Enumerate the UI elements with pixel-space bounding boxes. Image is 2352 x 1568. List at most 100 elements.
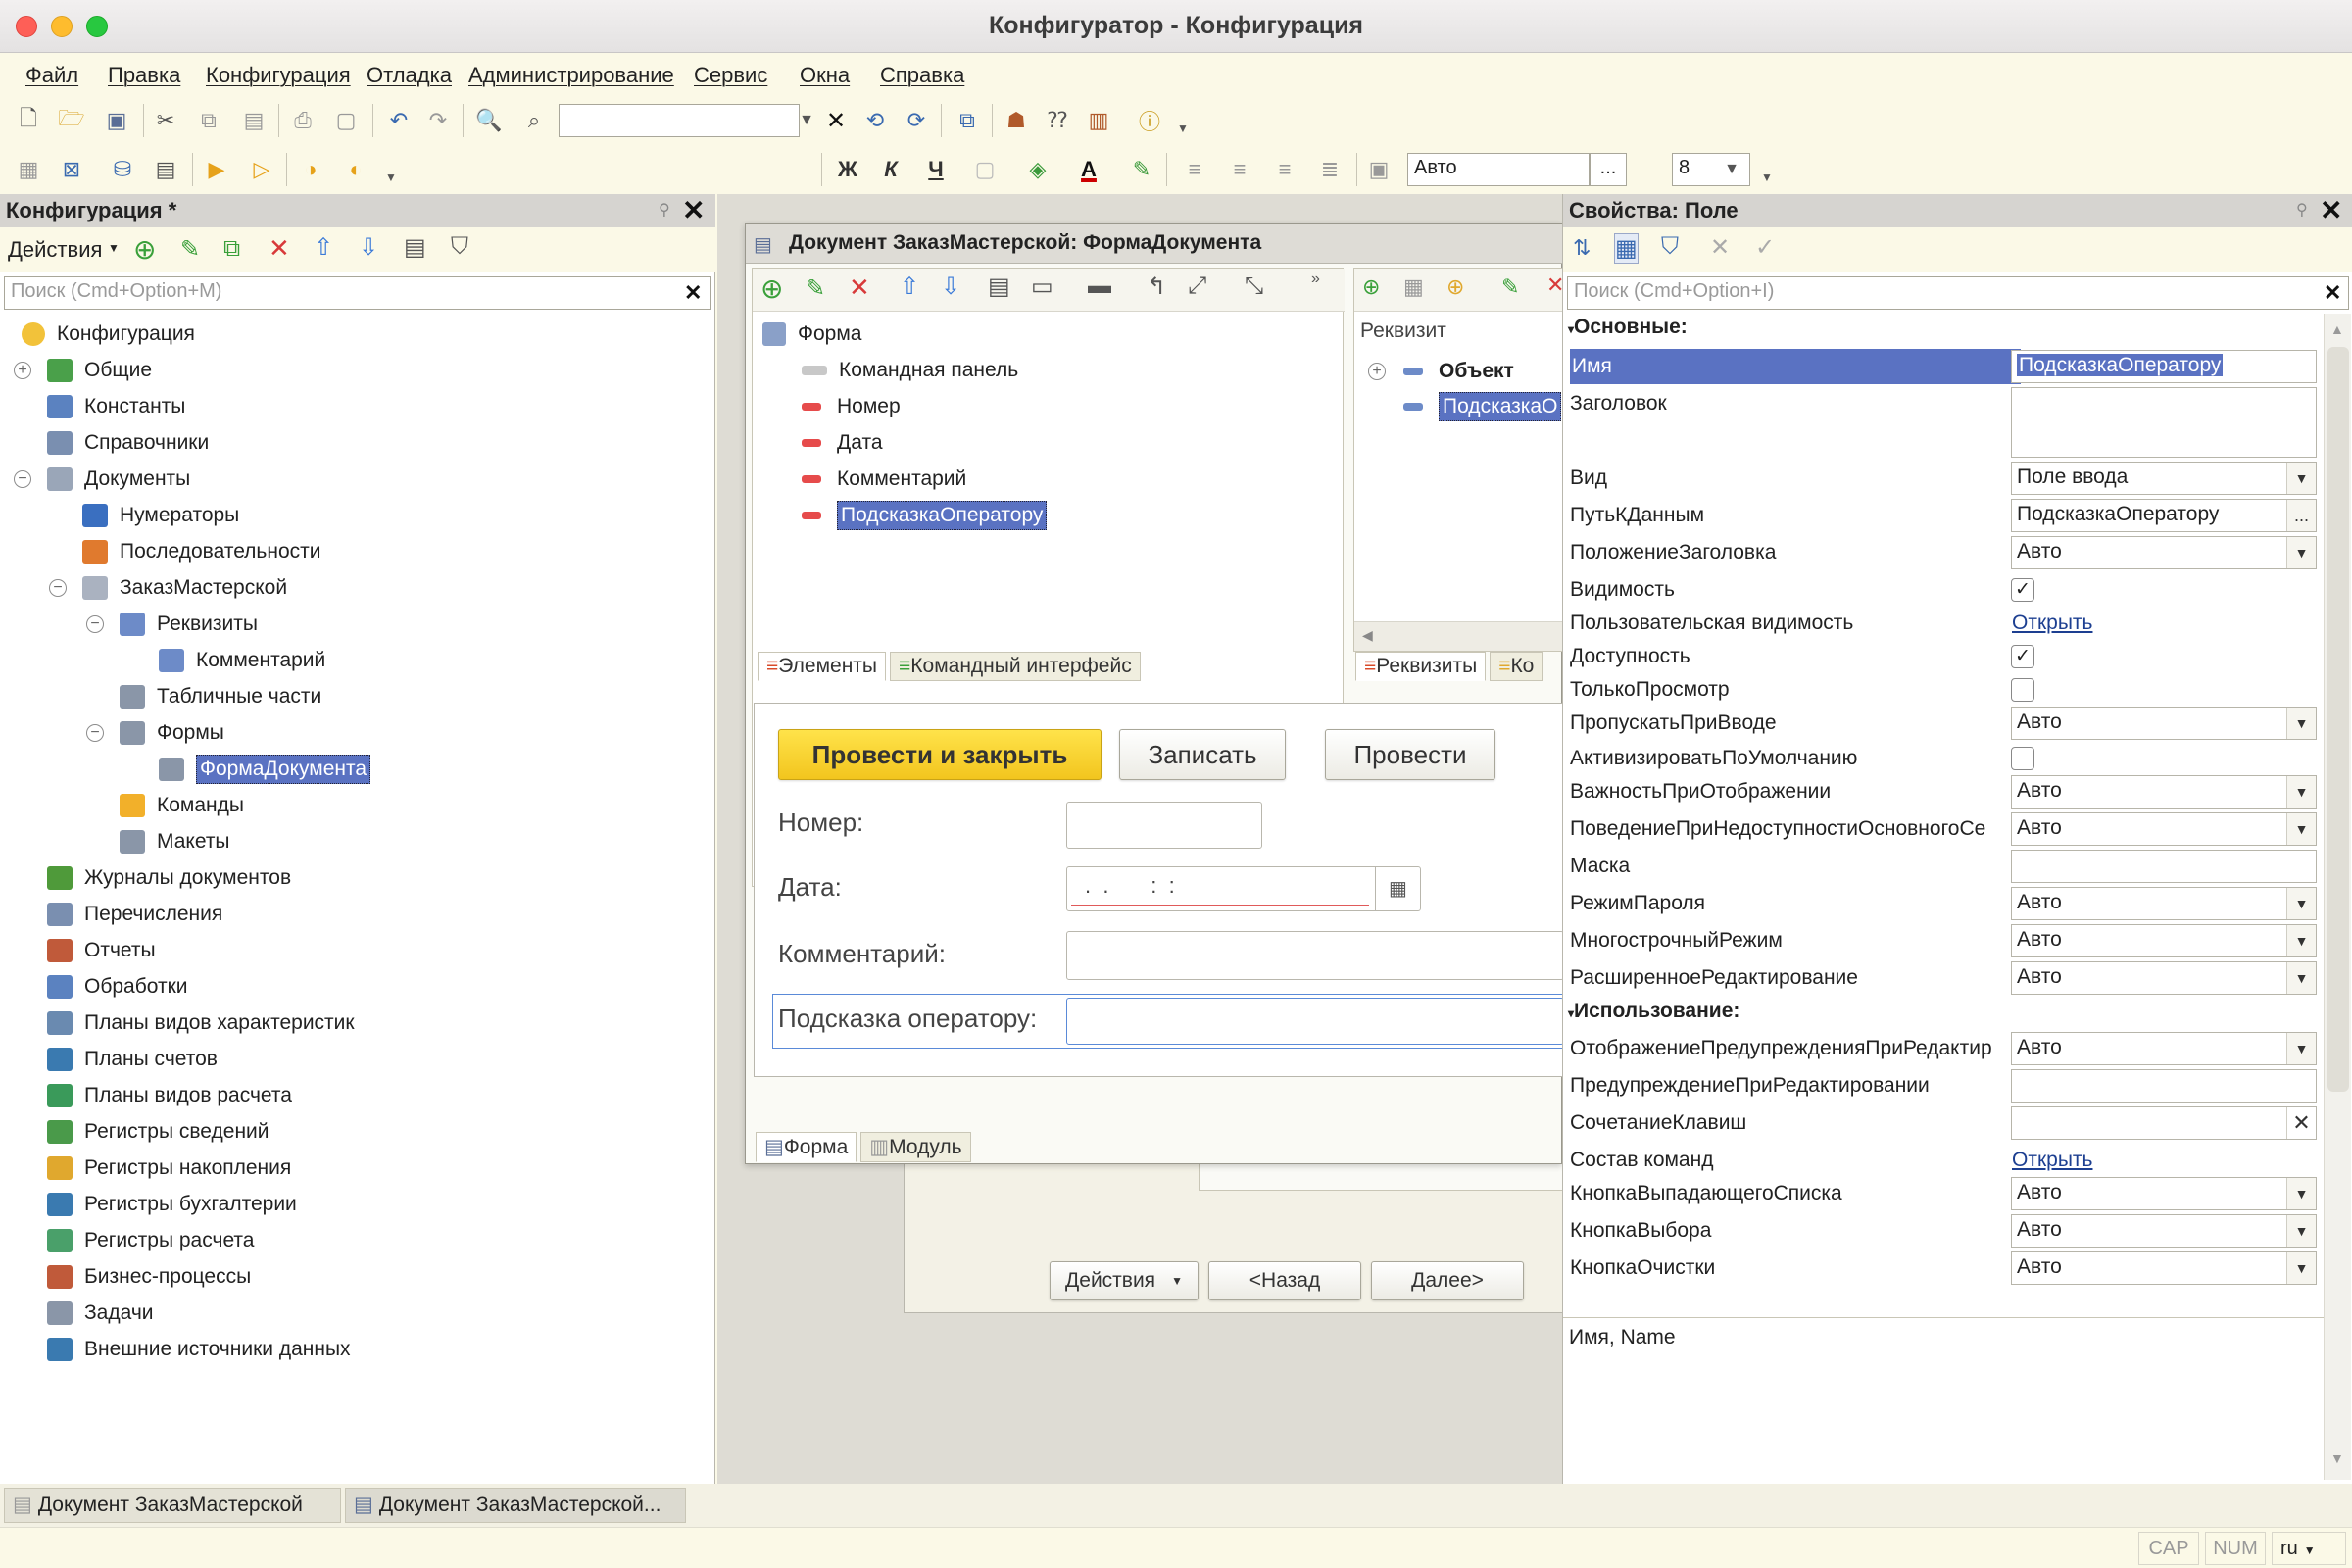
config-tree-item[interactable]: Внешние источники данных bbox=[47, 1333, 351, 1366]
underline-button[interactable]: Ч bbox=[921, 155, 951, 184]
config-tree-item[interactable]: ФормаДокумента bbox=[159, 753, 371, 786]
property-value[interactable]: ПодсказкаОператору... bbox=[2011, 499, 2317, 532]
form-element-item[interactable]: Номер bbox=[802, 390, 901, 423]
add-column-icon[interactable]: ⊕ bbox=[1446, 274, 1464, 300]
property-checkbox[interactable] bbox=[2011, 678, 2034, 702]
more-icon[interactable]: » bbox=[1311, 270, 1320, 288]
info-icon[interactable]: ⓘ bbox=[1135, 106, 1164, 135]
font-name-field[interactable]: Авто bbox=[1407, 153, 1590, 186]
config-tree-item[interactable]: Регистры накопления bbox=[47, 1152, 291, 1185]
pin-icon[interactable]: ⚲ bbox=[2296, 200, 2308, 220]
expand-icon[interactable]: + bbox=[1368, 363, 1386, 380]
expand-icon[interactable]: ⤡ bbox=[1245, 272, 1263, 300]
paste-icon[interactable]: ▤ bbox=[239, 106, 269, 135]
toolbar-more-icon[interactable]: ▼ bbox=[1168, 114, 1198, 143]
border-icon[interactable]: ▢ bbox=[970, 155, 1000, 184]
config-tree-item[interactable]: Константы bbox=[47, 390, 185, 423]
chevron-down-icon[interactable]: ▼ bbox=[2286, 776, 2316, 808]
menu-file[interactable]: Файл bbox=[25, 63, 78, 88]
config-tree-item[interactable]: Обработки bbox=[47, 970, 188, 1004]
calendar-icon[interactable]: ▦ bbox=[1375, 867, 1420, 910]
save-button[interactable]: Записать bbox=[1119, 729, 1286, 780]
update-config-icon[interactable]: ⊠ bbox=[57, 155, 86, 184]
config-tree-item[interactable]: Регистры бухгалтерии bbox=[47, 1188, 297, 1221]
menu-help[interactable]: Справка bbox=[880, 63, 964, 88]
align-center-icon[interactable]: ≡ bbox=[1225, 155, 1254, 184]
number-input[interactable] bbox=[1066, 802, 1262, 849]
move-up-icon[interactable]: ⇧ bbox=[314, 233, 333, 262]
config-tree-item[interactable]: Регистры сведений bbox=[47, 1115, 270, 1149]
delete-element-icon[interactable]: ✕ bbox=[849, 272, 870, 303]
database-icon[interactable]: ⛁ bbox=[108, 155, 137, 184]
properties-scrollbar[interactable]: ▲ ▼ bbox=[2324, 314, 2351, 1480]
menu-service[interactable]: Сервис bbox=[694, 63, 767, 88]
property-value[interactable]: Авто ▼ bbox=[2011, 775, 2317, 808]
chevron-down-icon[interactable]: ▼ bbox=[2286, 1215, 2316, 1247]
close-panel-icon[interactable]: ✕ bbox=[2320, 196, 2342, 225]
next-button[interactable]: Далее> bbox=[1371, 1261, 1524, 1300]
config-tree-item[interactable]: ЗаказМастерской bbox=[82, 571, 287, 605]
chevron-down-icon[interactable]: ▼ bbox=[1717, 155, 1746, 184]
tab-form[interactable]: ▤Форма bbox=[756, 1132, 858, 1162]
property-value[interactable]: Авто ▼ bbox=[2011, 887, 2317, 920]
config-tree-item[interactable]: Реквизиты bbox=[120, 608, 258, 641]
form-element-item[interactable]: Командная панель bbox=[802, 354, 1018, 387]
resize-icon[interactable]: ⤢ bbox=[1188, 272, 1206, 300]
collapse-icon[interactable]: − bbox=[86, 615, 104, 633]
font-ellipsis-button[interactable]: ... bbox=[1590, 153, 1627, 186]
comment-input[interactable] bbox=[1066, 931, 1564, 980]
menu-windows[interactable]: Окна bbox=[800, 63, 850, 88]
property-checkbox[interactable]: ✓ bbox=[2011, 578, 2034, 602]
chevron-down-icon[interactable]: ▼ bbox=[108, 241, 120, 255]
config-tree-item[interactable]: Нумераторы bbox=[82, 499, 239, 532]
actions-menu[interactable]: Действия bbox=[8, 237, 102, 263]
form-element-item[interactable]: Дата bbox=[802, 426, 883, 460]
toolbar-more-icon[interactable]: ▼ bbox=[1752, 163, 1782, 192]
properties-search-input[interactable]: Поиск (Cmd+Option+I) bbox=[1567, 276, 2349, 310]
config-tree-item[interactable]: Журналы документов bbox=[47, 861, 291, 895]
property-value[interactable] bbox=[2011, 850, 2317, 883]
property-value[interactable]: Авто ▼ bbox=[2011, 924, 2317, 957]
copy-icon[interactable]: ⧉ bbox=[194, 106, 223, 135]
find-next-icon[interactable]: ⟲ bbox=[860, 106, 890, 135]
print-preview-icon[interactable]: ▢ bbox=[331, 106, 361, 135]
filter-icon[interactable]: ⛉ bbox=[451, 233, 468, 261]
attribute-object[interactable]: Объект bbox=[1403, 355, 1514, 388]
align-justify-icon[interactable]: ≣ bbox=[1315, 155, 1345, 184]
config-tree-item[interactable]: Формы bbox=[120, 716, 224, 750]
config-tree-item[interactable]: Общие bbox=[47, 354, 152, 387]
move-up-icon[interactable]: ⇧ bbox=[900, 272, 919, 301]
clear-search-icon[interactable]: ✕ bbox=[2324, 278, 2341, 308]
attribute-hint[interactable]: ПодсказкаО bbox=[1403, 390, 1562, 423]
property-value[interactable]: Авто ▼ bbox=[2011, 536, 2317, 569]
menu-debug[interactable]: Отладка bbox=[367, 63, 452, 88]
move-down-icon[interactable]: ⇩ bbox=[359, 233, 378, 262]
align-left-icon[interactable]: ≡ bbox=[1180, 155, 1209, 184]
highlight-icon[interactable]: ✎ bbox=[1127, 155, 1156, 184]
post-button[interactable]: Провести bbox=[1325, 729, 1495, 780]
chevron-down-icon[interactable]: ▼ bbox=[2286, 463, 2316, 494]
menu-edit[interactable]: Правка bbox=[108, 63, 180, 88]
tab-commands[interactable]: ≡Ко bbox=[1490, 652, 1544, 681]
property-value[interactable]: Авто ▼ bbox=[2011, 707, 2317, 740]
scroll-down-icon[interactable]: ▼ bbox=[2330, 1450, 2344, 1466]
background-actions-button[interactable]: Действия ▼ bbox=[1050, 1261, 1199, 1300]
fill-color-icon[interactable]: ◈ bbox=[1023, 155, 1053, 184]
start-debug-icon[interactable]: ▶ bbox=[202, 155, 231, 184]
config-tree-item[interactable]: Справочники bbox=[47, 426, 209, 460]
property-value[interactable]: Авто ▼ bbox=[2011, 1177, 2317, 1210]
back-button[interactable]: <Назад bbox=[1208, 1261, 1361, 1300]
configuration-icon[interactable]: ▦ bbox=[14, 155, 43, 184]
sort-alpha-icon[interactable]: ⇅ bbox=[1573, 235, 1591, 261]
search-icon[interactable]: ⌕ bbox=[519, 106, 549, 135]
edit-attribute-icon[interactable]: ✎ bbox=[1501, 274, 1519, 300]
copy-item-icon[interactable]: ⧉ bbox=[223, 235, 240, 263]
group-usage-header[interactable]: ▾Использование: bbox=[1568, 1000, 1740, 1023]
tab-attributes[interactable]: ≡Реквизиты bbox=[1355, 652, 1487, 681]
filter-properties-icon[interactable]: ⛉ bbox=[1661, 233, 1679, 261]
config-tree-item[interactable]: Планы видов расчета bbox=[47, 1079, 292, 1112]
config-tree-item[interactable]: Отчеты bbox=[47, 934, 156, 967]
scroll-up-icon[interactable]: ▲ bbox=[2330, 321, 2344, 337]
post-and-close-button[interactable]: Провести и закрыть bbox=[778, 729, 1102, 780]
property-value[interactable]: Поле ввода ▼ bbox=[2011, 462, 2317, 495]
